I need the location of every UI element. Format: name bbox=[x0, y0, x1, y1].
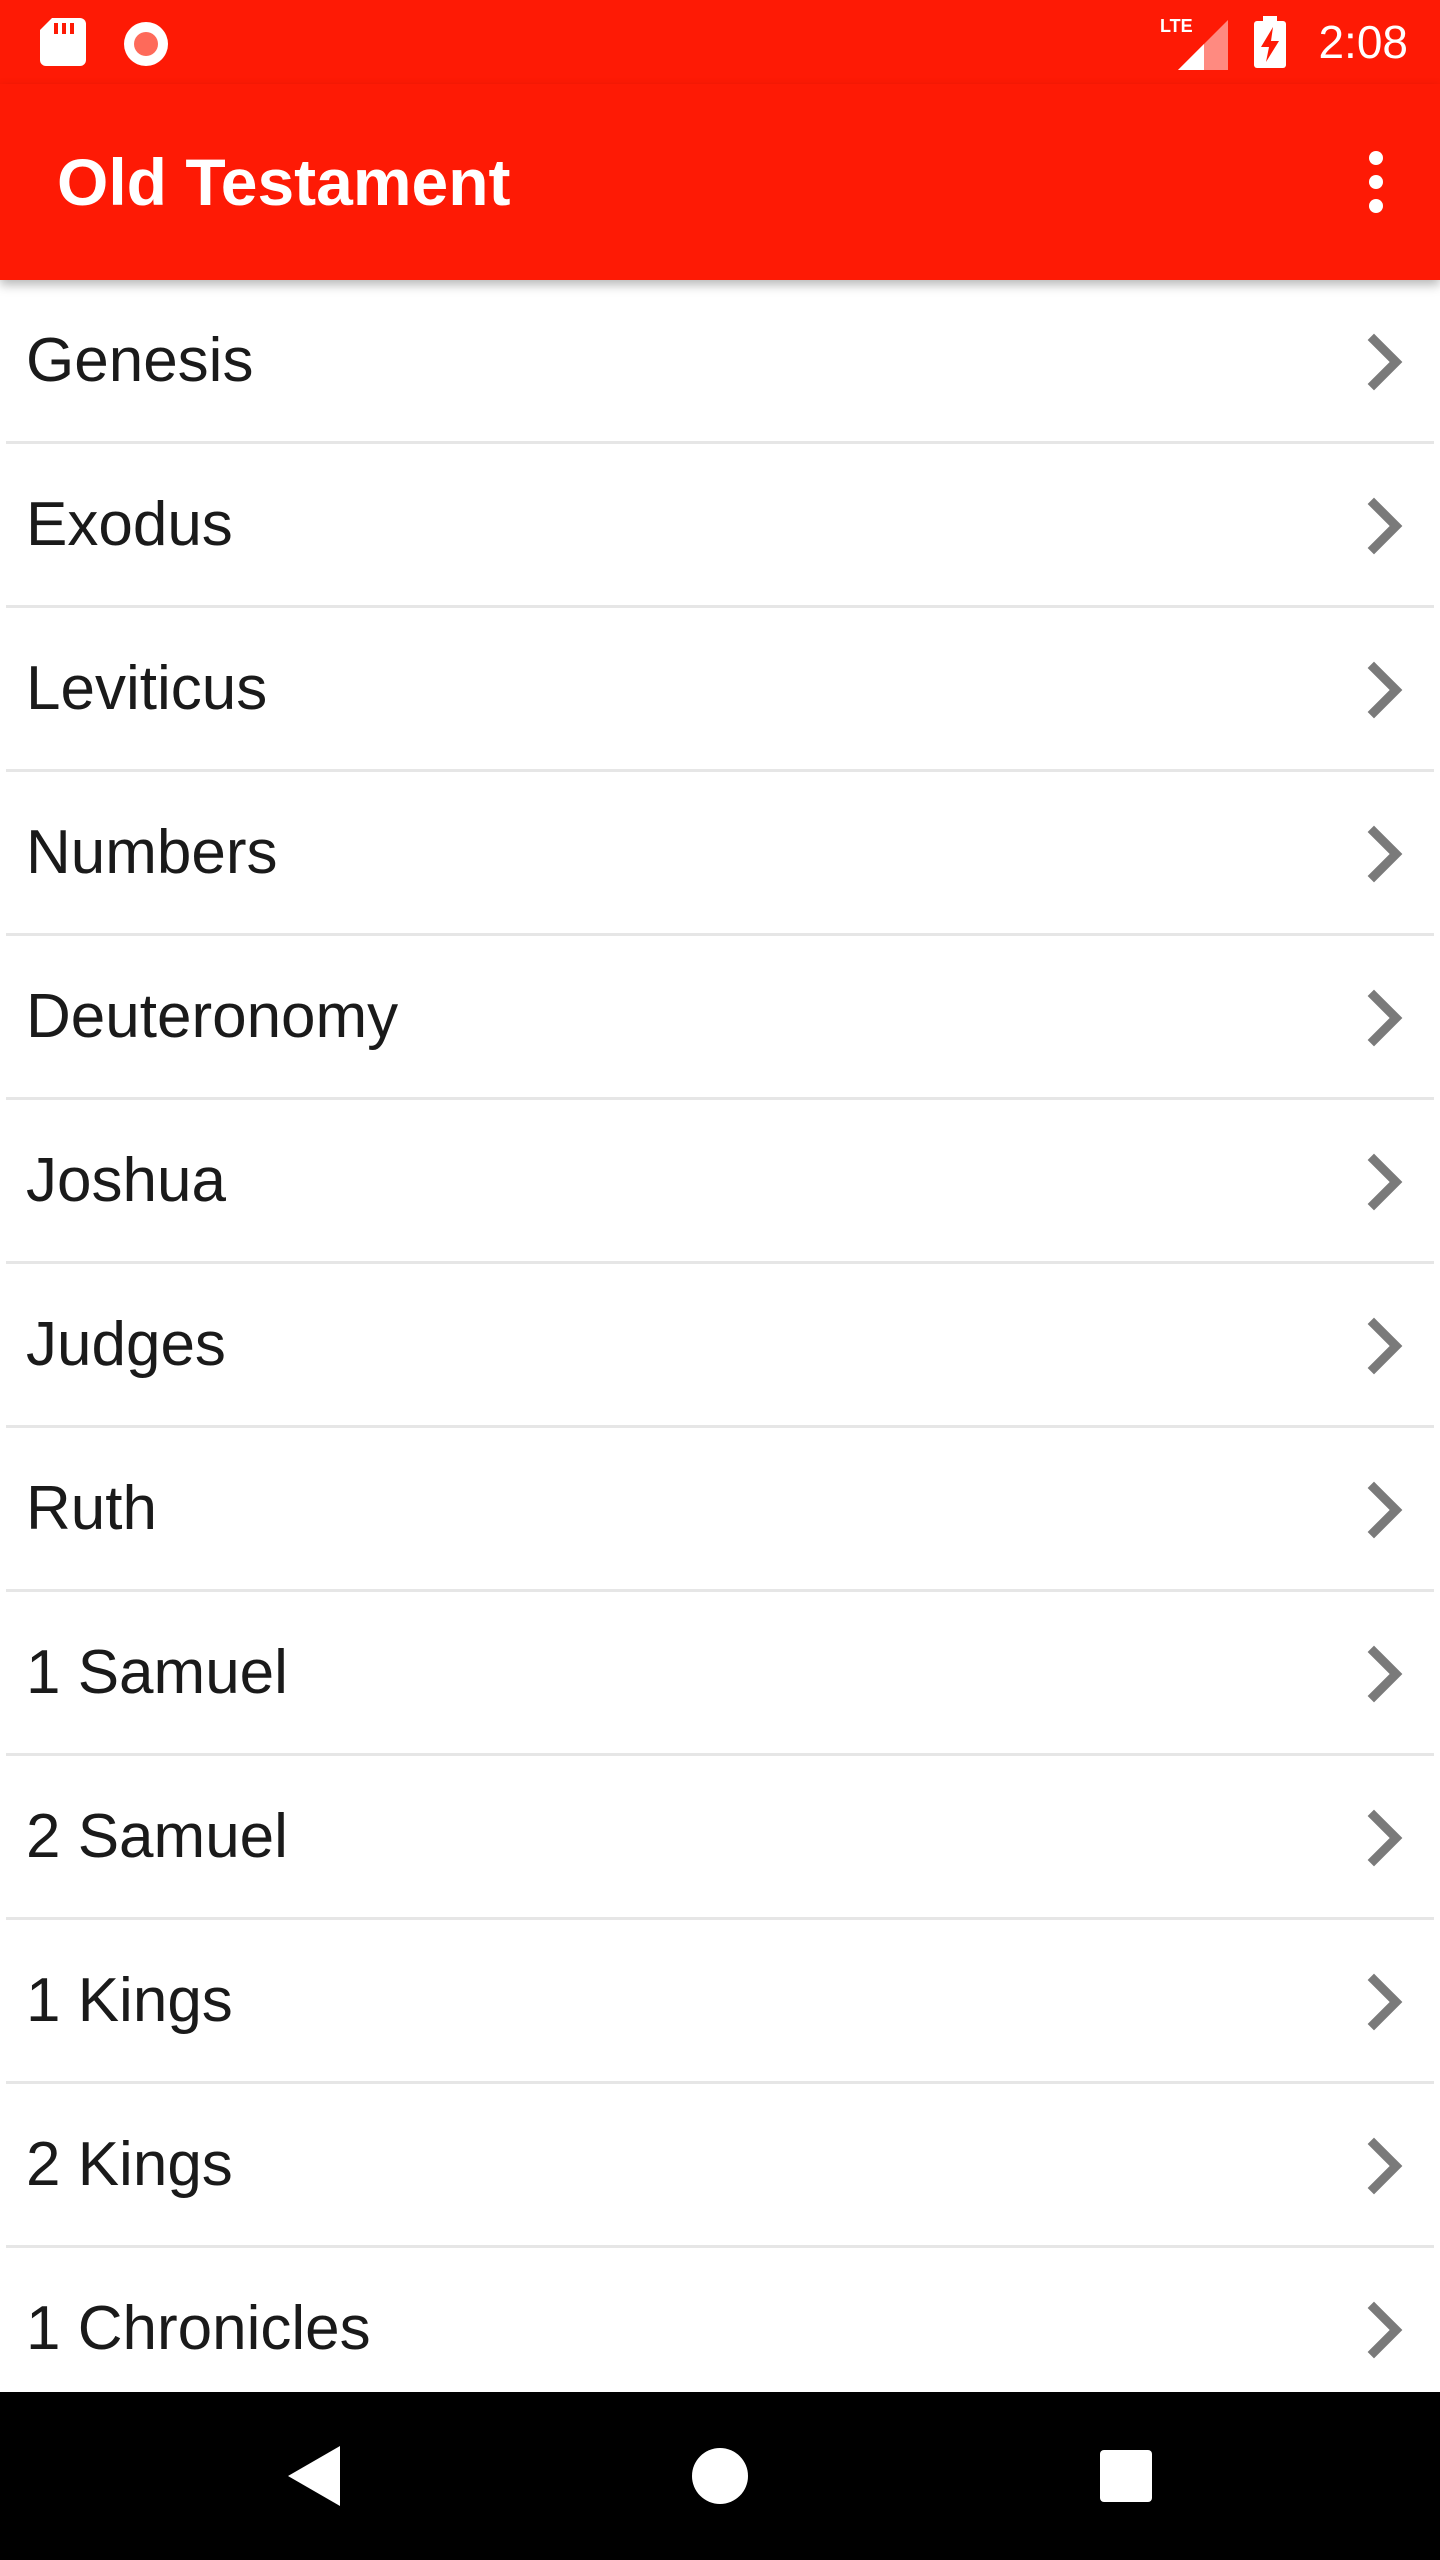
screen: LTE 2:08 Old Testament Genesis Exodus Levi… bbox=[0, 0, 1440, 2560]
chevron-right-icon bbox=[1367, 2301, 1403, 2359]
status-bar: LTE 2:08 bbox=[0, 0, 1440, 84]
list-item[interactable]: Joshua bbox=[6, 1100, 1434, 1264]
book-title: 1 Chronicles bbox=[26, 2294, 371, 2363]
record-icon bbox=[124, 22, 168, 66]
book-title: Numbers bbox=[26, 818, 278, 887]
chevron-right-icon bbox=[1367, 661, 1403, 719]
chevron-right-icon bbox=[1367, 1809, 1403, 1867]
list-item[interactable]: Judges bbox=[6, 1264, 1434, 1428]
list-item[interactable]: 1 Chronicles bbox=[6, 2248, 1434, 2392]
list-item[interactable]: Deuteronomy bbox=[6, 936, 1434, 1100]
recents-icon[interactable] bbox=[1086, 2436, 1166, 2516]
chevron-right-icon bbox=[1367, 333, 1403, 391]
list-item[interactable]: 1 Kings bbox=[6, 1920, 1434, 2084]
more-vert-icon[interactable] bbox=[1338, 132, 1414, 232]
book-title: Deuteronomy bbox=[26, 982, 399, 1051]
book-title: 1 Kings bbox=[26, 1966, 233, 2035]
back-icon[interactable] bbox=[276, 2436, 356, 2516]
sd-card-icon bbox=[40, 18, 86, 66]
home-icon[interactable] bbox=[680, 2436, 760, 2516]
chevron-right-icon bbox=[1367, 825, 1403, 883]
list-item[interactable]: 1 Samuel bbox=[6, 1592, 1434, 1756]
chevron-right-icon bbox=[1367, 1481, 1403, 1539]
list-item[interactable]: Ruth bbox=[6, 1428, 1434, 1592]
page-title: Old Testament bbox=[57, 145, 511, 219]
battery-charging-icon bbox=[1254, 16, 1286, 68]
book-title: 2 Samuel bbox=[26, 1802, 288, 1871]
book-title: Genesis bbox=[26, 326, 254, 395]
book-title: Exodus bbox=[26, 490, 233, 559]
list-item[interactable]: 2 Samuel bbox=[6, 1756, 1434, 1920]
lte-signal-icon: LTE bbox=[1160, 16, 1228, 70]
book-title: Leviticus bbox=[26, 654, 268, 723]
network-label: LTE bbox=[1160, 16, 1193, 36]
chevron-right-icon bbox=[1367, 1317, 1403, 1375]
book-title: 1 Samuel bbox=[26, 1638, 288, 1707]
app-bar: Old Testament bbox=[0, 84, 1440, 280]
list-item[interactable]: Leviticus bbox=[6, 608, 1434, 772]
chevron-right-icon bbox=[1367, 2137, 1403, 2195]
chevron-right-icon bbox=[1367, 1645, 1403, 1703]
book-title: Judges bbox=[26, 1310, 226, 1379]
book-title: Ruth bbox=[26, 1474, 157, 1543]
list-item[interactable]: Genesis bbox=[6, 280, 1434, 444]
status-clock: 2:08 bbox=[1318, 16, 1408, 68]
list-item[interactable]: Exodus bbox=[6, 444, 1434, 608]
book-title: 2 Kings bbox=[26, 2130, 233, 2199]
chevron-right-icon bbox=[1367, 1153, 1403, 1211]
list-item[interactable]: Numbers bbox=[6, 772, 1434, 936]
book-list: Genesis Exodus Leviticus Numbers Deuteronomy… bbox=[0, 280, 1440, 2392]
chevron-right-icon bbox=[1367, 989, 1403, 1047]
list-item[interactable]: 2 Kings bbox=[6, 2084, 1434, 2248]
book-title: Joshua bbox=[26, 1146, 226, 1215]
chevron-right-icon bbox=[1367, 497, 1403, 555]
chevron-right-icon bbox=[1367, 1973, 1403, 2031]
navigation-bar bbox=[0, 2392, 1440, 2560]
